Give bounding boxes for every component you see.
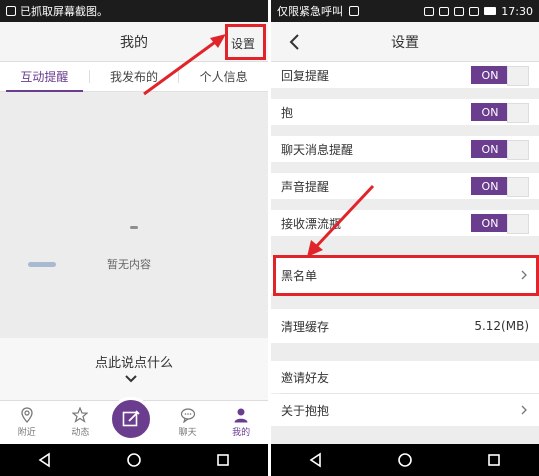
left-screen: 已抓取屏幕截图。 我的 设置 互动提醒 我发布的 个人信息 暂无内容 点此说点什…: [0, 0, 268, 476]
row-label: 声音提醒: [281, 179, 330, 194]
bottom-tab-nearby[interactable]: 附近: [0, 401, 54, 444]
right-screen: 仅限紧急呼叫 17:30 设置 回复提醒 ON 抱 ON 聊天消息提醒 ON 声…: [271, 0, 539, 476]
settings-highlight-box: [225, 24, 266, 60]
back-arrow-icon[interactable]: [285, 32, 305, 52]
toggle-switch[interactable]: ON: [471, 140, 529, 160]
notification-icon: [349, 6, 359, 16]
row-label: 抱: [281, 105, 294, 120]
settings-row-about[interactable]: 关于抱抱: [271, 394, 539, 426]
alarm-icon: [439, 6, 450, 16]
smudge-mark: [28, 262, 56, 267]
star-icon: [72, 407, 89, 423]
system-nav-bar: [271, 444, 539, 476]
bottom-tab-label: 动态: [71, 428, 90, 438]
bottom-tab-label: 聊天: [178, 428, 197, 438]
settings-row-clear-cache[interactable]: 清理缓存 5.12(MB): [271, 309, 539, 343]
back-triangle-icon[interactable]: [308, 452, 324, 468]
compose-button[interactable]: [109, 397, 153, 441]
vibrate-icon: [424, 6, 435, 16]
settings-row-sound-reminder[interactable]: 声音提醒 ON: [271, 173, 539, 199]
content-area: [0, 93, 268, 338]
status-bar: 仅限紧急呼叫 17:30: [271, 0, 539, 22]
location-pin-icon: [21, 407, 33, 423]
smudge-mark: [130, 226, 138, 229]
chat-bubble-icon: [180, 408, 195, 423]
bottom-tab-mine[interactable]: 我的: [214, 401, 268, 444]
clock: 17:30: [501, 4, 533, 18]
person-icon: [234, 408, 248, 423]
status-text: 已抓取屏幕截图。: [20, 5, 108, 18]
row-label: 接收漂流瓶: [281, 216, 342, 231]
row-label: 邀请好友: [281, 370, 330, 385]
tab-personal-info[interactable]: 个人信息: [179, 62, 268, 91]
chevron-down-icon[interactable]: [124, 374, 138, 384]
row-label: 回复提醒: [281, 68, 330, 83]
back-triangle-icon[interactable]: [37, 452, 53, 468]
bottom-tab-feed[interactable]: 动态: [54, 401, 108, 444]
row-label: 清理缓存: [281, 319, 330, 334]
system-nav-bar: [0, 444, 268, 476]
status-bar: 已抓取屏幕截图。: [0, 0, 268, 22]
cache-size: 5.12(MB): [474, 319, 529, 333]
home-circle-icon[interactable]: [397, 452, 413, 468]
toggle-switch[interactable]: ON: [471, 214, 529, 234]
empty-state-text: 暂无内容: [107, 258, 151, 271]
screenshot-icon: [6, 6, 16, 16]
settings-row-drift-bottle[interactable]: 接收漂流瓶 ON: [271, 210, 539, 236]
home-circle-icon[interactable]: [126, 452, 142, 468]
settings-row-reply-reminder[interactable]: 回复提醒 ON: [271, 62, 539, 88]
page-title: 设置: [391, 34, 419, 51]
tab-interaction-reminders[interactable]: 互动提醒: [0, 62, 89, 92]
toggle-switch[interactable]: ON: [471, 103, 529, 123]
compose-icon: [122, 410, 140, 427]
signal-icon: [469, 6, 480, 16]
recents-square-icon[interactable]: [215, 452, 231, 468]
status-text: 仅限紧急呼叫: [277, 5, 343, 18]
status-icons: 17:30: [424, 5, 533, 18]
tab-my-posts[interactable]: 我发布的: [90, 62, 179, 91]
recents-square-icon[interactable]: [486, 452, 502, 468]
toggle-switch[interactable]: ON: [471, 177, 529, 197]
page-title: 我的: [120, 34, 148, 51]
post-prompt[interactable]: 点此说点什么: [0, 338, 268, 400]
row-label: 关于抱抱: [281, 403, 330, 418]
settings-row-invite-friends[interactable]: 邀请好友: [271, 361, 539, 393]
battery-icon: [484, 7, 497, 15]
blacklist-highlight-box: [273, 255, 539, 296]
bottom-tab-label: 附近: [17, 428, 36, 438]
toggle-switch[interactable]: ON: [471, 66, 529, 86]
prompt-text: 点此说点什么: [94, 356, 173, 371]
row-label: 聊天消息提醒: [281, 142, 354, 157]
wifi-icon: [454, 6, 465, 16]
chevron-right-icon: [521, 405, 527, 415]
settings-row-chat-reminder[interactable]: 聊天消息提醒 ON: [271, 136, 539, 162]
title-bar: 设置: [271, 22, 539, 62]
bottom-tab-chat[interactable]: 聊天: [161, 401, 215, 444]
bottom-tab-label: 我的: [232, 428, 251, 438]
settings-row-hug[interactable]: 抱 ON: [271, 99, 539, 125]
tab-bar: 互动提醒 我发布的 个人信息: [0, 62, 268, 92]
